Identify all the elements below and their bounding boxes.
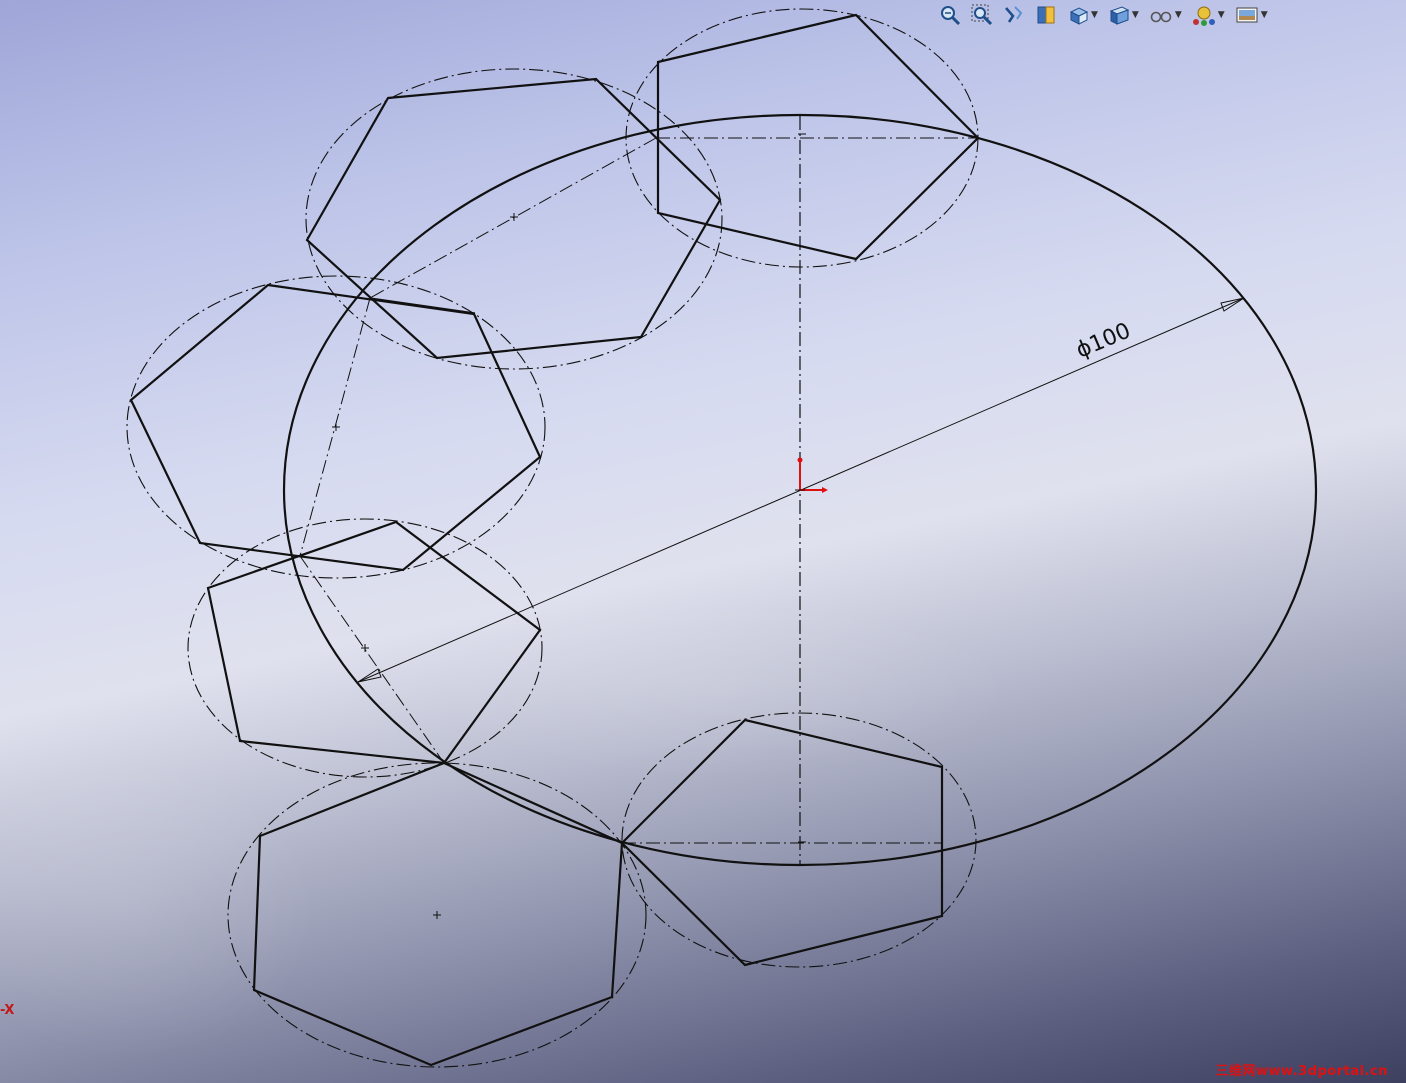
view-orientation-button[interactable]: ▼ xyxy=(1064,3,1101,27)
edit-appearance-icon xyxy=(1192,6,1215,26)
display-style-icon xyxy=(1109,6,1130,25)
previous-view-button[interactable] xyxy=(1000,3,1028,27)
chevron-down-icon: ▼ xyxy=(1217,9,1225,20)
hide-show-items-button[interactable]: ▼ xyxy=(1146,3,1185,27)
zoom-to-area-button[interactable] xyxy=(968,3,996,27)
apply-scene-button[interactable]: ▼ xyxy=(1232,3,1271,27)
sketch-origin xyxy=(795,457,828,493)
hide-show-items-icon xyxy=(1150,11,1172,23)
axis-label: -X xyxy=(0,1003,15,1018)
section-view-button[interactable] xyxy=(1032,3,1060,27)
display-style-button[interactable]: ▼ xyxy=(1105,3,1142,27)
zoom-to-fit-icon xyxy=(941,6,961,26)
chevron-down-icon: ▼ xyxy=(1091,9,1098,20)
heads-up-view-toolbar: ▼ ▼ ▼ ▼ ▼ xyxy=(936,2,1271,28)
chevron-down-icon: ▼ xyxy=(1174,9,1182,20)
apply-scene-icon xyxy=(1236,7,1258,23)
view-orientation-icon xyxy=(1069,7,1089,25)
construction-circles xyxy=(126,8,979,1068)
hexagon-bottom-left xyxy=(252,761,624,1067)
sketch-canvas[interactable]: ϕ100 xyxy=(0,0,1406,1083)
graphics-area[interactable]: ϕ100 xyxy=(0,0,1406,1083)
hexagon-shapes[interactable] xyxy=(129,13,980,1067)
hexagon-lower-left xyxy=(206,520,542,765)
section-view-icon xyxy=(1037,6,1055,24)
previous-view-icon xyxy=(1005,6,1023,23)
chevron-down-icon: ▼ xyxy=(1131,9,1139,20)
construction-lines xyxy=(299,137,978,844)
edit-appearance-button[interactable]: ▼ xyxy=(1189,3,1228,27)
zoom-to-area-icon xyxy=(971,4,993,26)
polygon-diagonals xyxy=(239,62,746,844)
diameter-dimension-text[interactable]: ϕ100 xyxy=(1073,318,1135,363)
midpoint-markers xyxy=(332,213,518,919)
watermark: 三维网www.3dportal.cn xyxy=(1215,1064,1388,1079)
zoom-to-fit-button[interactable] xyxy=(936,3,964,27)
chevron-down-icon: ▼ xyxy=(1260,9,1268,20)
